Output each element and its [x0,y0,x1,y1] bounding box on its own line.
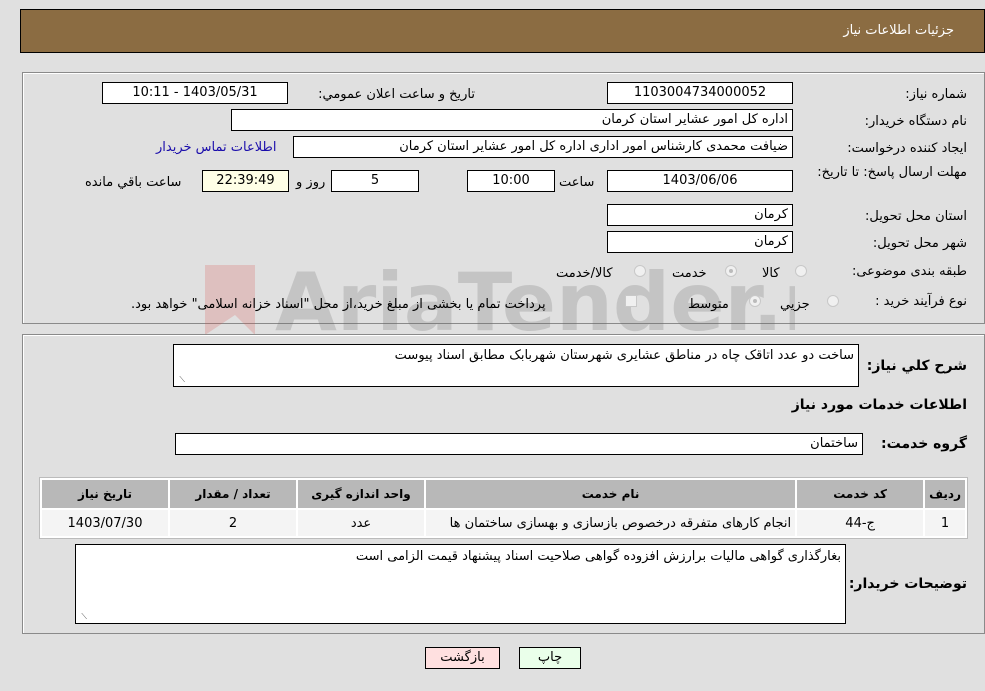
description-label: شرح كلي نياز: [866,358,967,374]
table-header-row: ردیف کد خدمت نام خدمت واحد اندازه گیری ت… [42,480,965,508]
page-header: جزئیات اطلاعات نیاز [20,9,985,53]
purchase-radio-minor[interactable] [827,295,839,307]
category-option-goods: کالا [762,266,780,281]
requester-label: ایجاد کننده درخواست: [847,141,967,156]
category-label: طبقه بندی موضوعی: [851,264,967,279]
deadline-time-label: ساعت [559,175,595,190]
deadline-date-field: 1403/06/06 [607,170,793,192]
deadline-time-field: 10:00 [467,170,555,192]
deadline-label: مهلت ارسال پاسخ: تا تاریخ: [817,165,967,180]
category-radio-service[interactable] [725,265,737,277]
col-quantity: تعداد / مقدار [170,480,296,508]
col-unit: واحد اندازه گیری [298,480,424,508]
service-group-label: گروه خدمت: [881,436,967,452]
announce-datetime-field: 1403/05/31 - 10:11 [102,82,288,104]
category-option-service: خدمت [672,266,707,281]
col-service-name: نام خدمت [426,480,796,508]
time-remaining-label: ساعت باقي مانده [85,175,182,190]
buyer-org-label: نام دستگاه خریدار: [864,114,967,129]
need-number-field: 1103004734000052 [607,82,793,104]
buyer-notes-textarea[interactable]: بغارگذاری گواهی مالیات برارزش افزوده گوا… [75,544,846,624]
col-service-code: کد خدمت [797,480,924,508]
page-title: جزئیات اطلاعات نیاز [843,23,954,38]
time-remaining-field: 22:39:49 [202,170,289,192]
category-radio-goods-service[interactable] [634,265,646,277]
province-label: استان محل تحویل: [865,209,967,224]
cell-need-date: 1403/07/30 [42,510,168,536]
category-radio-goods[interactable] [795,265,807,277]
need-number-label: شماره نیاز: [905,87,967,102]
purchase-option-minor: جزيي [780,297,810,312]
buyer-notes-label: توضیحات خریدار: [848,576,967,592]
cell-quantity: 2 [170,510,296,536]
col-need-date: تاریخ نیاز [42,480,168,508]
treasury-note: پرداخت تمام یا بخشی از مبلغ خرید،از محل … [131,297,546,312]
requester-field: ضیافت محمدی کارشناس امور اداری اداره کل … [293,136,793,158]
days-remaining-field: 5 [331,170,419,192]
province-field: کرمان [607,204,793,226]
resize-grip-icon[interactable]: ⟋ [177,376,185,384]
city-field: کرمان [607,231,793,253]
description-textarea[interactable]: ساخت دو عدد اتاقک چاه در مناطق عشایری شه… [173,344,859,387]
announce-datetime-label: تاریخ و ساعت اعلان عمومي: [318,87,475,102]
resize-grip-icon[interactable]: ⟋ [79,613,87,621]
col-row-number: ردیف [925,480,965,508]
service-group-field: ساختمان [175,433,863,455]
cell-unit: عدد [298,510,424,536]
buyer-org-field: اداره کل امور عشایر استان کرمان [231,109,793,131]
days-label: روز و [296,175,326,190]
services-table: ردیف کد خدمت نام خدمت واحد اندازه گیری ت… [39,477,968,539]
cell-row-number: 1 [925,510,965,536]
cell-service-name: انجام کارهای متفرقه درخصوص بازسازی و بهس… [426,510,796,536]
city-label: شهر محل تحویل: [872,236,967,251]
back-button[interactable]: بازگشت [425,647,500,669]
purchase-type-label: نوع فرآیند خرید : [875,294,967,309]
print-button[interactable]: چاپ [519,647,581,669]
purchase-radio-medium[interactable] [749,295,761,307]
buyer-notes-text: بغارگذاری گواهی مالیات برارزش افزوده گوا… [355,549,841,564]
purchase-option-medium: متوسط [688,297,729,312]
treasury-checkbox[interactable] [625,295,637,307]
category-option-goods-service: کالا/خدمت [556,266,613,281]
description-text: ساخت دو عدد اتاقک چاه در مناطق عشایری شه… [394,348,854,363]
services-heading: اطلاعات خدمات مورد نیاز [791,397,967,413]
table-row: 1 ج-44 انجام کارهای متفرقه درخصوص بازساز… [42,510,965,536]
cell-service-code: ج-44 [797,510,924,536]
buyer-contact-link[interactable]: اطلاعات تماس خریدار [156,140,276,155]
